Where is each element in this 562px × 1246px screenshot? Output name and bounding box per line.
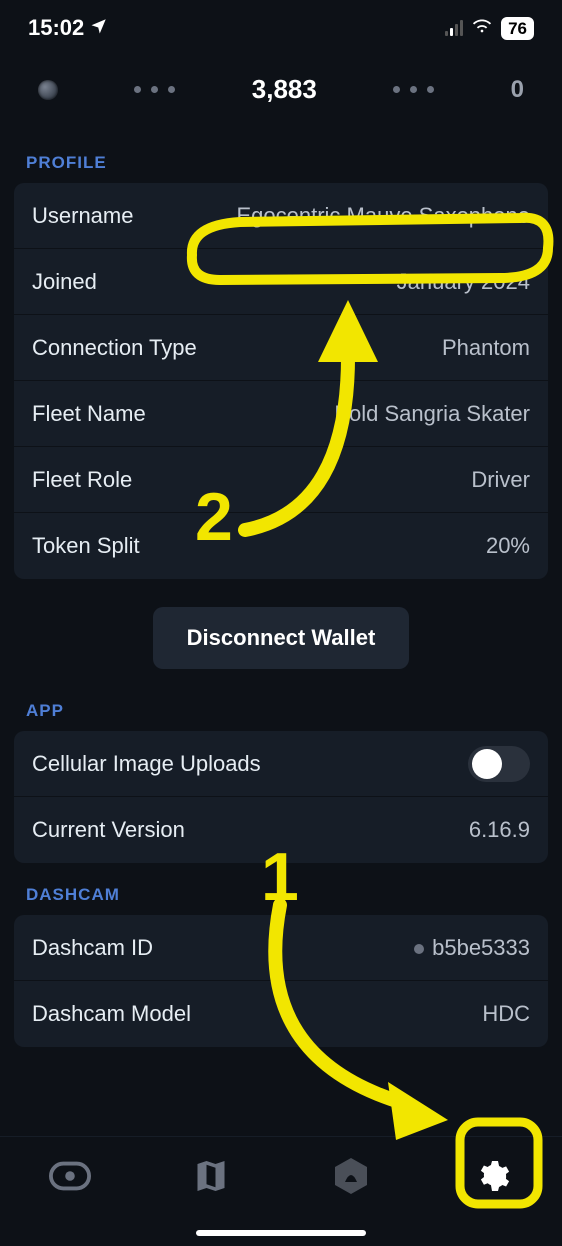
dashcam-model-label: Dashcam Model [32, 1001, 191, 1027]
tab-hex[interactable] [330, 1155, 372, 1197]
row-dashcam-model[interactable]: Dashcam Model HDC [14, 981, 548, 1047]
app-card: Cellular Image Uploads Current Version 6… [14, 731, 548, 863]
connection-type-label: Connection Type [32, 335, 197, 361]
profile-section-header: PROFILE [14, 131, 548, 183]
wifi-icon [471, 14, 493, 42]
location-icon [90, 15, 108, 41]
status-indicators: 76 [445, 14, 534, 42]
stat-center[interactable]: 3,883 [252, 74, 317, 105]
token-split-value: 20% [486, 533, 530, 559]
dashcam-status-dot-icon [414, 944, 424, 954]
status-time-group: 15:02 [28, 15, 108, 41]
current-version-label: Current Version [32, 817, 185, 843]
fleet-name-label: Fleet Name [32, 401, 146, 427]
username-value: Egocentric Mauve Saxophone [236, 203, 530, 229]
status-circle-indicator[interactable] [38, 80, 58, 100]
row-current-version: Current Version 6.16.9 [14, 797, 548, 863]
row-joined: Joined January 2024 [14, 249, 548, 315]
dashcam-id-text: b5be5333 [432, 935, 530, 960]
row-fleet-role: Fleet Role Driver [14, 447, 548, 513]
dashcam-model-value: HDC [482, 1001, 530, 1027]
tab-bar [0, 1136, 562, 1246]
dashcam-card: Dashcam ID b5be5333 Dashcam Model HDC [14, 915, 548, 1047]
joined-label: Joined [32, 269, 97, 295]
dots-left [134, 86, 175, 93]
row-fleet-name[interactable]: Fleet Name Bold Sangria Skater [14, 381, 548, 447]
dashcam-id-value: b5be5333 [414, 935, 530, 961]
tab-wallet[interactable] [49, 1155, 91, 1197]
row-dashcam-id[interactable]: Dashcam ID b5be5333 [14, 915, 548, 981]
row-cellular-uploads[interactable]: Cellular Image Uploads [14, 731, 548, 797]
connection-type-value: Phantom [442, 335, 530, 361]
home-indicator[interactable] [196, 1230, 366, 1236]
app-section-header: APP [14, 679, 548, 731]
cellular-uploads-label: Cellular Image Uploads [32, 751, 261, 777]
battery-indicator: 76 [501, 17, 534, 40]
status-bar: 15:02 76 [0, 0, 562, 56]
stat-right[interactable]: 0 [511, 76, 524, 104]
fleet-role-label: Fleet Role [32, 467, 132, 493]
stats-row: 3,883 0 [0, 56, 562, 131]
dashcam-id-label: Dashcam ID [32, 935, 153, 961]
current-version-value: 6.16.9 [469, 817, 530, 843]
fleet-name-value: Bold Sangria Skater [334, 401, 530, 427]
cellular-signal-icon [445, 20, 463, 36]
profile-card: Username Egocentric Mauve Saxophone Join… [14, 183, 548, 579]
joined-value: January 2024 [397, 269, 530, 295]
annotation-arrowhead-1 [388, 1082, 448, 1140]
row-token-split: Token Split 20% [14, 513, 548, 579]
status-time: 15:02 [28, 15, 84, 41]
tab-settings[interactable] [471, 1155, 513, 1197]
username-label: Username [32, 203, 133, 229]
dots-right [393, 86, 434, 93]
token-split-label: Token Split [32, 533, 140, 559]
dashcam-section-header: DASHCAM [14, 863, 548, 915]
disconnect-wallet-button[interactable]: Disconnect Wallet [153, 607, 410, 669]
cellular-uploads-toggle[interactable] [468, 746, 530, 782]
fleet-role-value: Driver [471, 467, 530, 493]
tab-map[interactable] [190, 1155, 232, 1197]
row-connection-type: Connection Type Phantom [14, 315, 548, 381]
row-username[interactable]: Username Egocentric Mauve Saxophone [14, 183, 548, 249]
